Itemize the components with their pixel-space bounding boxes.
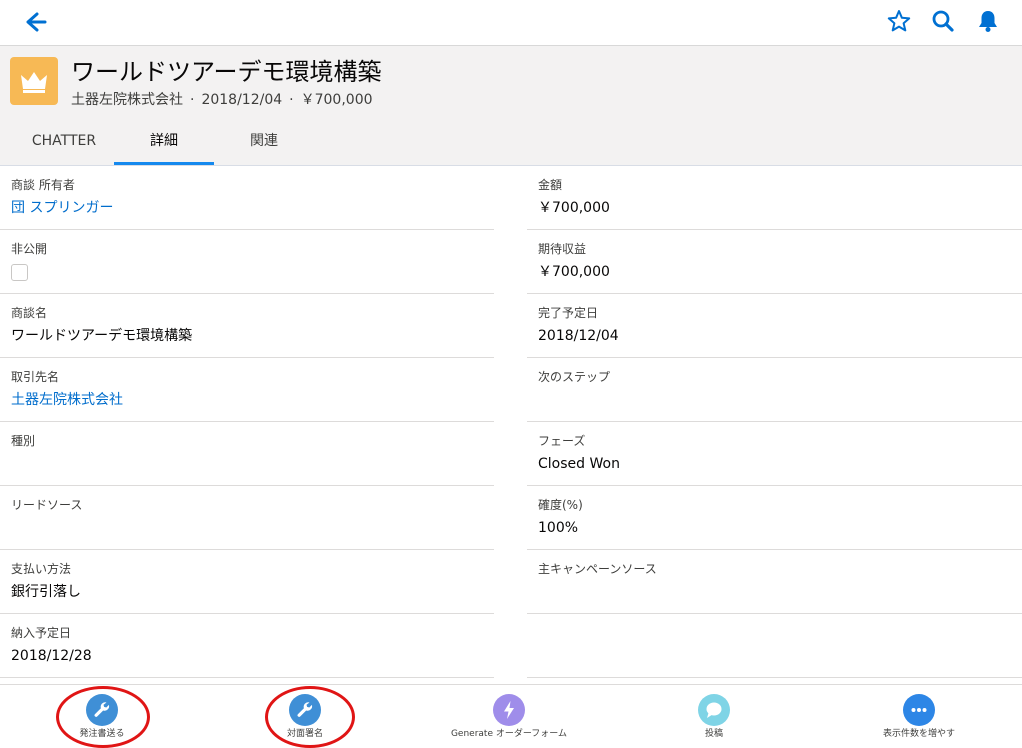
tab-chatter[interactable]: CHATTER — [14, 118, 114, 164]
field-value: 銀行引落し — [11, 584, 81, 600]
more-icon — [903, 694, 935, 726]
record-title: ワールドツアーデモ環境構築 — [71, 58, 382, 86]
action-label: 発注書送る — [79, 729, 125, 739]
field-opportunity-name: 商談名 ワールドツアーデモ環境構築 — [0, 294, 494, 358]
field-probability: 確度(%) 100% — [527, 486, 1022, 550]
field-label: 納入予定日 — [11, 626, 72, 640]
field-primary-campaign-source: 主キャンペーンソース — [527, 550, 1022, 614]
field-value: ワールドツアーデモ環境構築 — [11, 328, 193, 344]
record-subtitle: 土器左院株式会社 · 2018/12/04 · ￥700,000 — [71, 90, 373, 110]
field-private: 非公開 — [0, 230, 494, 294]
separator-dot: · — [289, 92, 294, 108]
field-label: リードソース — [11, 498, 83, 512]
action-bar: 発注書送る 対面署名 Generate オーダーフォーム 投稿 表示件数を増やす — [0, 684, 1022, 745]
account-link[interactable]: 土器左院株式会社 — [11, 390, 123, 410]
action-label: 投稿 — [704, 729, 723, 739]
field-expected-revenue: 期待収益 ￥700,000 — [527, 230, 1022, 294]
field-close-date: 完了予定日 2018/12/04 — [527, 294, 1022, 358]
field-label: 商談 所有者 — [11, 178, 75, 192]
field-label: 主キャンペーンソース — [538, 562, 657, 576]
field-payment-method: 支払い方法 銀行引落し — [0, 550, 494, 614]
action-label: 表示件数を増やす — [882, 729, 955, 739]
field-empty — [527, 614, 1022, 678]
tab-related[interactable]: 関連 — [214, 118, 314, 164]
field-owner: 商談 所有者 団 スプリンガー — [0, 166, 494, 230]
field-label: 支払い方法 — [11, 562, 72, 576]
field-delivery-date: 納入予定日 2018/12/28 — [0, 614, 494, 678]
action-post[interactable]: 投稿 — [634, 685, 794, 745]
separator-dot: · — [190, 92, 195, 108]
owner-link[interactable]: 団 スプリンガー — [11, 198, 113, 218]
field-label: フェーズ — [538, 434, 586, 448]
field-value: 100% — [538, 520, 579, 536]
field-label: 非公開 — [11, 242, 48, 256]
field-value: Closed Won — [538, 456, 620, 472]
record-amount: ￥700,000 — [300, 92, 373, 108]
field-label: 取引先名 — [11, 370, 60, 384]
field-label: 金額 — [538, 178, 563, 192]
back-arrow-icon[interactable] — [18, 8, 48, 36]
field-amount: 金額 ￥700,000 — [527, 166, 1022, 230]
field-value: 2018/12/28 — [11, 648, 92, 664]
wrench-icon — [86, 694, 118, 726]
crown-icon — [10, 57, 58, 105]
field-value: ￥700,000 — [538, 264, 610, 280]
action-label: 対面署名 — [286, 729, 323, 739]
field-value: 2018/12/04 — [538, 328, 619, 344]
chat-bubble-icon — [698, 694, 730, 726]
tab-details[interactable]: 詳細 — [114, 118, 214, 165]
field-type: 種別 — [0, 422, 494, 486]
field-value: ￥700,000 — [538, 200, 610, 216]
field-label: 次のステップ — [538, 370, 611, 384]
action-generate-order-form[interactable]: Generate オーダーフォーム — [429, 685, 589, 745]
private-checkbox[interactable] — [11, 264, 28, 281]
action-label: Generate オーダーフォーム — [450, 729, 568, 739]
field-label: 商談名 — [11, 306, 48, 320]
field-label: 確度(%) — [538, 498, 583, 512]
bell-icon[interactable] — [975, 8, 1001, 34]
lightning-icon — [493, 694, 525, 726]
field-lead-source: リードソース — [0, 486, 494, 550]
field-account-name: 取引先名 土器左院株式会社 — [0, 358, 494, 422]
record-header: ワールドツアーデモ環境構築 土器左院株式会社 · 2018/12/04 · ￥700,0… — [0, 46, 1022, 166]
star-icon[interactable] — [886, 8, 912, 34]
search-icon[interactable] — [930, 8, 956, 34]
top-nav-bar — [0, 0, 1022, 46]
record-account: 土器左院株式会社 — [71, 92, 183, 108]
field-label: 種別 — [11, 434, 36, 448]
field-stage: フェーズ Closed Won — [527, 422, 1022, 486]
field-label: 期待収益 — [538, 242, 587, 256]
wrench-icon — [289, 694, 321, 726]
action-in-person-signature[interactable]: 対面署名 — [225, 685, 385, 745]
field-next-step: 次のステップ — [527, 358, 1022, 422]
record-close-date: 2018/12/04 — [201, 92, 283, 108]
field-label: 完了予定日 — [538, 306, 599, 320]
action-show-more[interactable]: 表示件数を増やす — [839, 685, 999, 745]
action-send-purchase-order[interactable]: 発注書送る — [22, 685, 182, 745]
